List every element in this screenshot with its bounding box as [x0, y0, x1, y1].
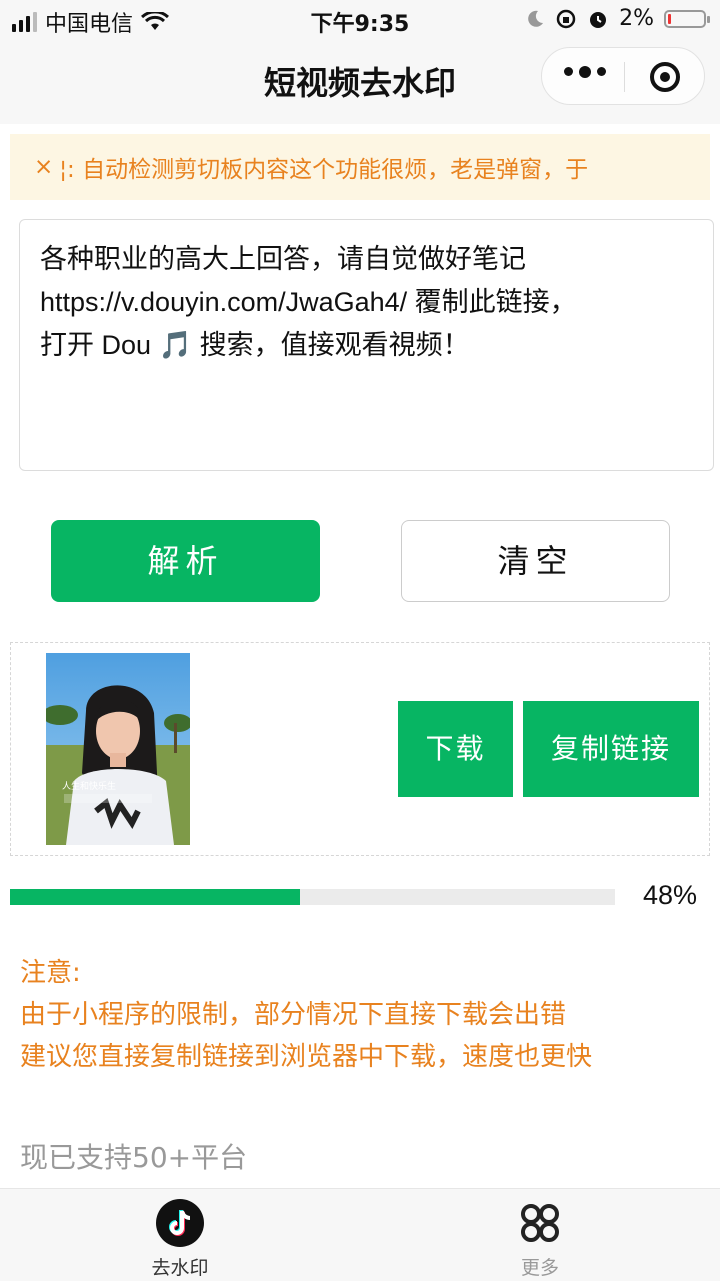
close-target-icon[interactable] — [650, 62, 680, 92]
close-icon[interactable]: × — [34, 154, 53, 180]
notice-text: ¦: 自动检测剪切板内容这个功能很烦，老是弹窗，于 — [59, 157, 589, 183]
grid-icon — [521, 1204, 559, 1242]
progress-bar — [10, 889, 615, 905]
notice-banner: × ¦: 自动检测剪切板内容这个功能很烦，老是弹窗，于 — [10, 134, 710, 200]
download-button[interactable]: 下载 — [398, 701, 513, 797]
tab-bar: 去水印 更多 — [0, 1188, 720, 1281]
progress-fill — [10, 889, 301, 905]
support-text: 现已支持50+平台 — [20, 1141, 248, 1174]
tab-label: 更多 — [520, 1257, 559, 1279]
result-card: 人生和快乐生 下载 复制链接 — [10, 642, 710, 856]
battery-percent: 2% — [619, 6, 654, 31]
rotation-lock-icon — [556, 9, 576, 28]
nav-bar: 短视频去水印 — [0, 40, 720, 124]
thumbnail-caption: 人生和快乐生 — [62, 780, 116, 791]
notes-heading: 注意: — [20, 958, 81, 988]
notes-line-1: 由于小程序的限制，部分情况下直接下载会出错 — [20, 1000, 567, 1030]
input-line-2: https://v.douyin.com/JwaGah4/ 覆制此链接， — [40, 287, 577, 317]
tab-label: 去水印 — [151, 1257, 209, 1279]
more-icon[interactable] — [564, 66, 606, 78]
notes-section: 注意: 由于小程序的限制，部分情况下直接下载会出错 建议您直接复制链接到浏览器中… — [20, 952, 592, 1078]
status-right: 2% — [525, 6, 710, 31]
mini-program-capsule — [541, 47, 705, 105]
tiktok-icon — [156, 1199, 204, 1247]
battery-icon — [664, 9, 710, 28]
input-line-1: 各种职业的高大上回答，请自觉做好笔记 — [40, 244, 526, 274]
progress-label: 48% — [643, 880, 698, 910]
moon-icon — [528, 10, 544, 27]
notes-line-2: 建议您直接复制链接到浏览器中下载，速度也更快 — [20, 1042, 593, 1072]
parse-button[interactable]: 解析 — [51, 520, 320, 602]
input-line-3: 打开 Dou 🎵 搜索，值接观看視频！ — [40, 330, 470, 360]
video-thumbnail[interactable]: 人生和快乐生 — [46, 653, 190, 845]
status-bar: 中国电信 下午9:35 2% — [0, 0, 720, 40]
capsule-divider — [624, 62, 625, 92]
link-input[interactable]: 各种职业的高大上回答，请自觉做好笔记 https://v.douyin.com/… — [19, 219, 714, 471]
tab-more[interactable]: 更多 — [490, 1199, 590, 1280]
copy-link-button[interactable]: 复制链接 — [523, 701, 699, 797]
tab-remove-watermark[interactable]: 去水印 — [130, 1199, 230, 1280]
clear-button[interactable]: 清空 — [401, 520, 670, 602]
alarm-icon — [590, 11, 607, 28]
thumbnail-image: 人生和快乐生 — [46, 653, 190, 845]
